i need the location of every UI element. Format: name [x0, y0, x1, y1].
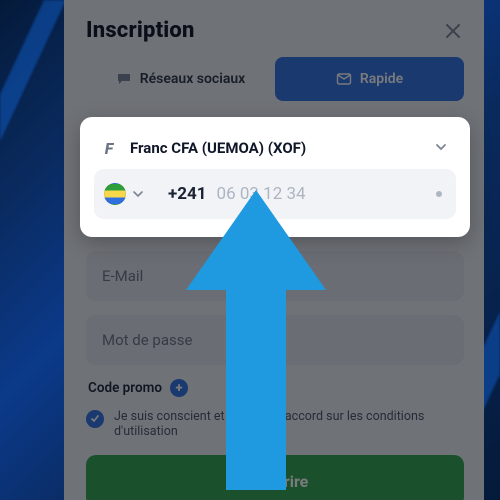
chevron-down-icon[interactable]	[132, 185, 144, 204]
currency-select[interactable]: F Franc CFA (UEMOA) (XOF)	[94, 131, 456, 169]
phone-input[interactable]: 06 03 12 34	[217, 184, 436, 204]
tab-quick[interactable]: Rapide	[275, 57, 464, 101]
close-icon[interactable]	[442, 20, 464, 42]
email-placeholder: E-Mail	[102, 267, 143, 285]
plus-icon: +	[170, 379, 188, 397]
highlighted-inputs: F Franc CFA (UEMOA) (XOF) +241 06 03 12 …	[80, 117, 470, 237]
currency-label: Franc CFA (UEMOA) (XOF)	[130, 139, 424, 157]
page-title: Inscription	[86, 18, 195, 43]
chevron-down-icon	[434, 139, 448, 158]
signup-tabs: Réseaux sociaux Rapide	[86, 57, 464, 101]
email-field[interactable]: E-Mail	[86, 251, 464, 301]
currency-icon: F	[98, 137, 120, 159]
chat-icon	[116, 71, 132, 87]
status-dot-icon	[436, 191, 442, 197]
signup-card: Inscription Réseaux sociaux Rapide F Fra…	[64, 0, 484, 500]
terms-checkbox[interactable]	[86, 410, 104, 428]
tab-social[interactable]: Réseaux sociaux	[86, 57, 275, 101]
submit-label: S'inscrire	[242, 472, 309, 491]
tab-social-label: Réseaux sociaux	[140, 71, 246, 87]
promo-label: Code promo	[88, 380, 162, 396]
dial-code: +241	[168, 184, 207, 204]
terms-text: Je suis conscient et j'accepte l'accord …	[114, 409, 464, 439]
tab-quick-label: Rapide	[360, 71, 403, 87]
phone-input-row: +241 06 03 12 34	[94, 169, 456, 219]
promo-code-toggle[interactable]: Code promo +	[88, 379, 464, 397]
password-field[interactable]: Mot de passe	[86, 315, 464, 365]
card-header: Inscription	[86, 18, 464, 43]
terms-row: Je suis conscient et j'accepte l'accord …	[86, 409, 464, 439]
password-placeholder: Mot de passe	[102, 331, 192, 349]
country-flag-icon[interactable]	[104, 183, 126, 205]
mail-icon	[336, 71, 352, 87]
submit-button[interactable]: S'inscrire	[86, 455, 464, 500]
